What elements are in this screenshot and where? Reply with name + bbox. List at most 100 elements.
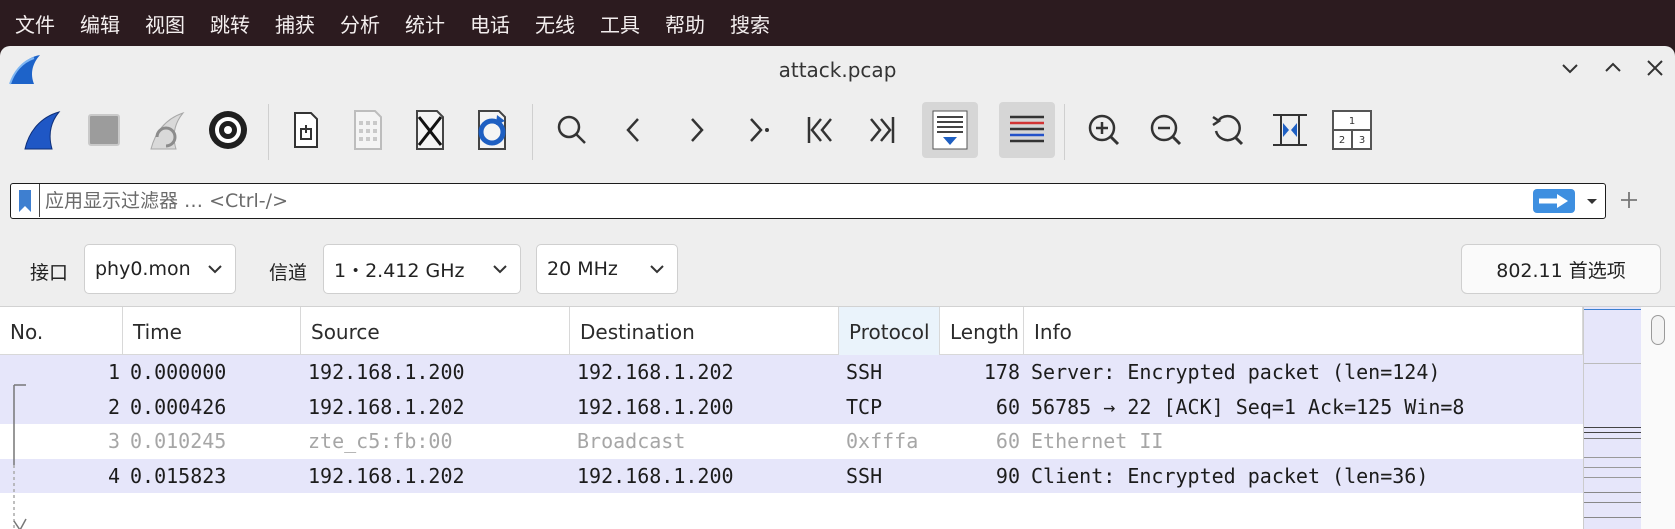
menu-capture[interactable]: 捕获	[275, 5, 315, 42]
menu-analyze[interactable]: 分析	[340, 5, 380, 42]
packet-row[interactable]: 1 0.000000 192.168.1.200 192.168.1.202 S…	[0, 355, 1583, 390]
close-file-button[interactable]	[402, 102, 458, 158]
column-header-source[interactable]: Source	[301, 307, 570, 355]
start-capture-button[interactable]	[14, 102, 70, 158]
capture-options-button[interactable]	[200, 102, 256, 158]
packet-length: 60	[995, 429, 1020, 453]
toolbar-separator	[1064, 104, 1065, 160]
reload-file-button[interactable]	[464, 102, 520, 158]
auto-scroll-button[interactable]	[922, 102, 978, 158]
layout-button[interactable]: 12 3	[1324, 102, 1380, 158]
minimap-stripe	[1584, 502, 1642, 503]
restart-capture-icon	[150, 111, 185, 150]
chevron-down-icon	[650, 265, 664, 274]
minimap-stripe	[1584, 477, 1642, 478]
wireless-prefs-button[interactable]: 802.11 首选项	[1461, 244, 1661, 294]
packet-time: 0.000426	[130, 394, 227, 419]
zoom-in-icon	[1088, 114, 1120, 146]
column-header-destination[interactable]: Destination	[570, 307, 839, 355]
colorize-icon	[1010, 115, 1044, 143]
zoom-in-button[interactable]	[1076, 102, 1132, 158]
channel-width-value: 20 MHz	[547, 258, 618, 280]
go-forward-button[interactable]	[668, 102, 724, 158]
packet-minimap[interactable]	[1583, 307, 1642, 529]
find-packet-button[interactable]	[544, 102, 600, 158]
menu-wireless[interactable]: 无线	[535, 5, 575, 42]
chevron-down-icon	[493, 265, 507, 274]
menu-tools[interactable]: 工具	[600, 5, 640, 42]
packet-no: 3	[107, 429, 120, 453]
menu-help[interactable]: 帮助	[665, 5, 705, 42]
zoom-out-button[interactable]	[1138, 102, 1194, 158]
filter-history-dropdown[interactable]	[1581, 190, 1603, 212]
column-header-length[interactable]: Length	[940, 307, 1024, 355]
arrow-right-icon	[1539, 194, 1568, 208]
chevron-right-icon	[691, 118, 704, 142]
menu-go[interactable]: 跳转	[210, 5, 250, 42]
vertical-scrollbar[interactable]	[1641, 307, 1675, 529]
packet-time: 0.015823	[130, 463, 227, 488]
packet-row[interactable]: 3 0.010245 zte_c5:fb:00 Broadcast 0xfffa…	[0, 424, 1583, 459]
packet-source: 192.168.1.202	[308, 463, 465, 488]
packet-destination: 192.168.1.200	[577, 394, 734, 419]
last-packet-button[interactable]	[854, 102, 910, 158]
bookmark-icon	[19, 189, 31, 212]
packet-no: 1	[107, 360, 120, 384]
packet-length: 60	[995, 394, 1020, 419]
add-filter-button[interactable]	[1616, 187, 1642, 213]
resize-columns-button[interactable]	[1262, 102, 1318, 158]
maximize-button[interactable]	[1601, 56, 1625, 80]
first-packet-button[interactable]	[792, 102, 848, 158]
toolbar-separator	[268, 104, 269, 160]
gear-icon	[209, 111, 247, 149]
interface-value: phy0.mon	[95, 258, 191, 280]
display-filter-bar	[10, 183, 1606, 219]
apply-filter-button[interactable]	[1533, 189, 1575, 213]
minimize-button[interactable]	[1558, 56, 1582, 80]
scrollbar-thumb[interactable]	[1651, 315, 1665, 345]
menu-statistics[interactable]: 统计	[405, 5, 445, 42]
column-header-protocol[interactable]: Protocol	[839, 307, 940, 355]
save-file-button[interactable]	[340, 102, 396, 158]
display-filter-input[interactable]	[45, 188, 1425, 214]
channel-width-select[interactable]: 20 MHz	[536, 244, 678, 294]
menu-file[interactable]: 文件	[15, 5, 55, 42]
interface-select[interactable]: phy0.mon	[84, 244, 236, 294]
minimap-stripe	[1584, 432, 1642, 433]
packet-source: zte_c5:fb:00	[308, 429, 453, 453]
channel-value: 1・2.412 GHz	[334, 259, 465, 282]
minimap-stripe	[1584, 309, 1642, 310]
menu-edit[interactable]: 编辑	[80, 5, 120, 42]
toolbar-separator	[532, 104, 533, 160]
packet-length: 178	[983, 360, 1020, 384]
restart-capture-button[interactable]	[138, 102, 194, 158]
column-header-no[interactable]: No.	[0, 307, 123, 355]
packet-info: Client: Encrypted packet (len=36)	[1031, 463, 1429, 488]
plus-icon	[1621, 192, 1637, 208]
stop-capture-button[interactable]	[76, 102, 132, 158]
menu-telephony[interactable]: 电话	[470, 5, 510, 42]
packet-time: 0.000000	[130, 360, 227, 384]
packet-protocol: SSH	[846, 463, 883, 488]
go-back-button[interactable]	[606, 102, 662, 158]
packet-info: Ethernet II	[1031, 429, 1164, 453]
open-file-button[interactable]	[278, 102, 334, 158]
svg-text:2: 2	[1339, 135, 1345, 146]
normal-size-button[interactable]	[1200, 102, 1256, 158]
packet-no: 4	[107, 463, 120, 488]
packet-row[interactable]: 4 0.015823 192.168.1.202 192.168.1.200 S…	[0, 458, 1583, 493]
go-to-packet-button[interactable]	[730, 102, 786, 158]
title-bar[interactable]: attack.pcap	[0, 46, 1675, 94]
svg-text:3: 3	[1359, 135, 1365, 146]
channel-select[interactable]: 1・2.412 GHz	[323, 244, 521, 294]
packet-protocol: 0xfffa	[846, 429, 919, 453]
packet-row[interactable]: 2 0.000426 192.168.1.202 192.168.1.200 T…	[0, 389, 1583, 424]
menu-view[interactable]: 视图	[145, 5, 185, 42]
close-window-button[interactable]	[1643, 56, 1667, 80]
menu-search[interactable]: 搜索	[730, 5, 770, 42]
colorize-button[interactable]	[999, 102, 1055, 158]
filter-bookmark-button[interactable]	[11, 184, 40, 217]
column-header-info[interactable]: Info	[1024, 307, 1583, 355]
minimap-stripe	[1584, 363, 1642, 364]
column-header-time[interactable]: Time	[123, 307, 301, 355]
